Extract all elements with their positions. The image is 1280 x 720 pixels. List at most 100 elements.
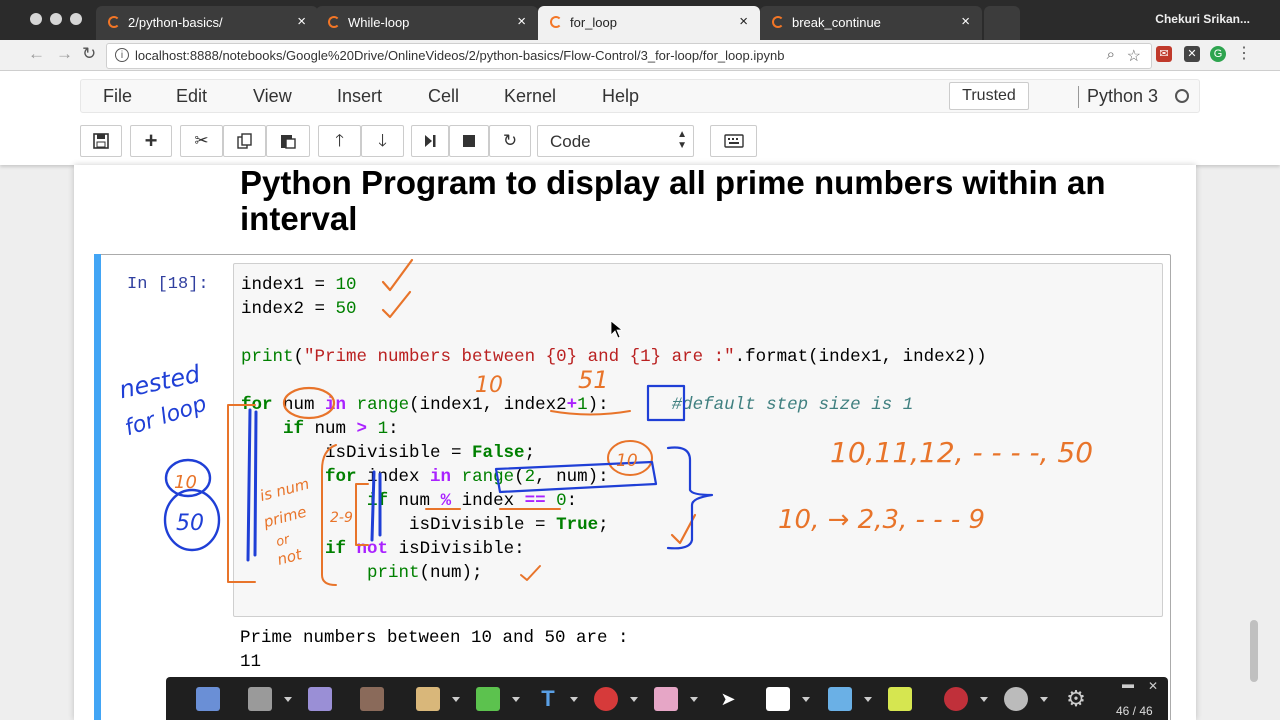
arrow-up-icon: 🡑 <box>335 131 344 150</box>
menu-view[interactable]: View <box>253 86 292 107</box>
info-icon[interactable]: i <box>115 48 129 62</box>
move-down-button[interactable]: 🡓 <box>361 125 404 157</box>
page-counter: 46 / 46 <box>1116 704 1153 718</box>
close-icon[interactable]: × <box>517 13 526 30</box>
profile-name[interactable]: Chekuri Srikan... <box>1155 12 1250 26</box>
menubar: File Edit View Insert Cell Kernel Help T… <box>80 79 1200 113</box>
zoom-icon[interactable]: ⌕ <box>1107 46 1115 63</box>
menu-help[interactable]: Help <box>602 86 639 107</box>
chevron-down-icon[interactable] <box>1040 697 1048 702</box>
markdown-heading: Python Program to display all prime numb… <box>240 165 1106 237</box>
kernel-status-icon <box>1175 89 1189 103</box>
window-close-button[interactable] <box>30 13 42 25</box>
stop-icon <box>463 135 475 147</box>
window-zoom-button[interactable] <box>70 13 82 25</box>
code-text[interactable]: index1 = 10 index2 = 50 print("Prime num… <box>241 273 987 585</box>
run-button[interactable] <box>411 125 449 157</box>
notebook-toolbar: + ✂ 🡑 🡓 ↻ Code ▲ ▼ <box>80 125 1198 159</box>
window-minimize-button[interactable] <box>50 13 62 25</box>
chrome-menu-icon[interactable]: ⋮ <box>1236 46 1252 62</box>
jupyter-icon <box>328 16 340 28</box>
menu-kernel[interactable]: Kernel <box>504 86 556 107</box>
tab-title: for_loop <box>570 15 617 30</box>
scissors-icon: ✂ <box>194 131 209 150</box>
address-bar[interactable]: i localhost:8888/notebooks/Google%20Driv… <box>106 43 1152 69</box>
extension-icon[interactable]: ✉ <box>1156 46 1172 62</box>
close-icon[interactable]: × <box>739 13 748 30</box>
cell-type-select[interactable]: Code ▲ ▼ <box>537 125 694 157</box>
cut-button[interactable]: ✂ <box>180 125 223 157</box>
gear-icon[interactable]: ⚙ <box>1064 687 1088 711</box>
jupyter-header: File Edit View Insert Cell Kernel Help T… <box>0 71 1280 165</box>
shape-tool-icon[interactable] <box>594 687 618 711</box>
cursor-tool-icon[interactable]: ➤ <box>716 687 740 711</box>
paste-icon <box>281 135 296 149</box>
pencil-icon[interactable] <box>416 687 440 711</box>
close-icon[interactable]: ✕ <box>1148 679 1158 693</box>
tab-python-basics[interactable]: 2/python-basics/ × <box>96 6 318 40</box>
plus-icon: + <box>144 128 158 153</box>
interrupt-button[interactable] <box>449 125 489 157</box>
trusted-indicator[interactable]: Trusted <box>949 82 1029 110</box>
close-icon[interactable]: × <box>297 13 306 30</box>
paste-button[interactable] <box>266 125 310 157</box>
step-forward-icon <box>425 135 436 147</box>
chevron-down-icon[interactable] <box>690 697 698 702</box>
chevron-down-icon[interactable] <box>630 697 638 702</box>
menu-file[interactable]: File <box>103 86 132 107</box>
save-drawing-icon[interactable] <box>248 687 272 711</box>
whiteboard-icon[interactable] <box>766 687 790 711</box>
tab-while-loop[interactable]: While-loop × <box>316 6 538 40</box>
tab-break-continue[interactable]: break_continue × <box>760 6 982 40</box>
reload-icon[interactable]: ↻ <box>82 44 96 64</box>
grammarly-icon[interactable]: G <box>1210 46 1226 62</box>
url-text: localhost:8888/notebooks/Google%20Drive/… <box>135 48 785 63</box>
selected-cell-indicator <box>94 254 101 720</box>
chevron-down-icon[interactable] <box>570 697 578 702</box>
bookmark-star-icon[interactable]: ☆ <box>1127 46 1141 66</box>
color-swatch-icon[interactable] <box>888 687 912 711</box>
notebook-container: Python Program to display all prime numb… <box>74 165 1196 720</box>
select-arrows-icon: ▲ ▼ <box>677 129 687 151</box>
drawing-toolbar: T ➤ ⚙ ▬ ✕ 46 / 46 <box>166 677 1168 720</box>
jupyter-icon <box>550 16 562 28</box>
line-tool-icon[interactable] <box>828 687 852 711</box>
eraser-icon[interactable] <box>654 687 678 711</box>
move-up-button[interactable]: 🡑 <box>318 125 361 157</box>
chevron-down-icon[interactable] <box>802 697 810 702</box>
copy-button[interactable] <box>223 125 266 157</box>
minimize-icon[interactable]: ▬ <box>1122 677 1134 691</box>
input-prompt: In [18]: <box>127 275 209 294</box>
forward-icon[interactable]: → <box>56 44 73 64</box>
copy-icon <box>236 133 252 149</box>
text-tool-icon[interactable]: T <box>536 687 560 711</box>
restart-button[interactable]: ↻ <box>489 125 531 157</box>
record-icon[interactable] <box>944 687 968 711</box>
chevron-down-icon[interactable] <box>980 697 988 702</box>
divider <box>1078 86 1079 108</box>
extension-icon[interactable]: ✕ <box>1184 46 1200 62</box>
highlighter-icon[interactable] <box>476 687 500 711</box>
chevron-down-icon[interactable] <box>864 697 872 702</box>
chevron-down-icon[interactable] <box>512 697 520 702</box>
chevron-down-icon[interactable] <box>452 697 460 702</box>
command-palette-button[interactable] <box>710 125 757 157</box>
back-icon[interactable]: ← <box>28 44 45 64</box>
jupyter-icon <box>108 16 120 28</box>
page-scrollbar[interactable] <box>1250 620 1258 682</box>
webcam-icon[interactable] <box>1004 687 1028 711</box>
tab-title: While-loop <box>348 15 410 30</box>
menu-cell[interactable]: Cell <box>428 86 459 107</box>
pointer-star-icon[interactable] <box>196 687 220 711</box>
menu-insert[interactable]: Insert <box>337 86 382 107</box>
tab-for-loop[interactable]: for_loop × <box>538 6 760 40</box>
insert-cell-button[interactable]: + <box>130 125 172 157</box>
save-button[interactable] <box>80 125 122 157</box>
notes-icon[interactable] <box>308 687 332 711</box>
new-tab-button[interactable] <box>984 6 1020 40</box>
menu-edit[interactable]: Edit <box>176 86 207 107</box>
eraser-board-icon[interactable] <box>360 687 384 711</box>
cell-type-value: Code <box>550 132 591 151</box>
chevron-down-icon[interactable] <box>284 697 292 702</box>
close-icon[interactable]: × <box>961 13 970 30</box>
